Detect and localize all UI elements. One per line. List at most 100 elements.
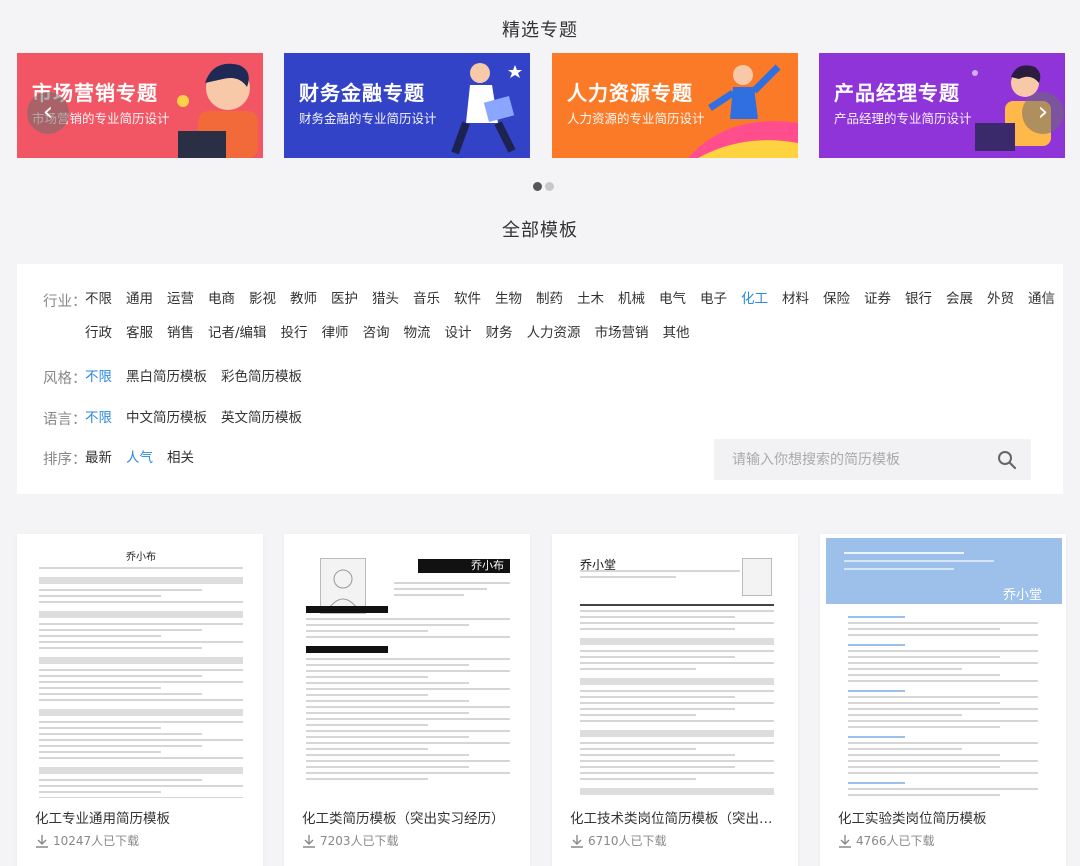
template-title[interactable]: 化工专业通用简历模板 [35, 807, 250, 827]
download-count: 10247人已下载 [35, 832, 139, 849]
all-templates-title: 全部模板 [502, 220, 578, 241]
download-icon [839, 835, 851, 848]
filter-option[interactable]: 材料 [782, 282, 809, 316]
filter-option[interactable]: 人力资源 [527, 316, 581, 350]
filter-option[interactable]: 运营 [167, 282, 194, 316]
filter-option[interactable]: 制药 [536, 282, 563, 316]
filter-option[interactable]: 市场营销 [595, 316, 649, 350]
filter-option[interactable]: 电气 [659, 282, 686, 316]
search-icon[interactable] [997, 450, 1017, 470]
hr-illustration [688, 64, 798, 158]
featured-banner-carousel: 市场营销专题 市场营销的专业简历设计 财务金融专题 财务金融的专业简历设计 人力… [17, 53, 1065, 158]
filter-option[interactable]: 黑白简历模板 [126, 360, 207, 394]
banner-subtitle: 财务金融的专业简历设计 [299, 111, 437, 126]
filter-option[interactable]: 医护 [331, 282, 358, 316]
filter-option[interactable]: 软件 [454, 282, 481, 316]
template-thumbnail[interactable]: 乔小堂 [820, 534, 1066, 798]
filter-option[interactable]: 设计 [445, 316, 472, 350]
filter-option[interactable]: 行政 [85, 316, 112, 350]
filter-option[interactable]: 财务 [486, 316, 513, 350]
banner-finance[interactable]: 财务金融专题 财务金融的专业简历设计 [284, 53, 530, 158]
filter-label: 风格： [43, 371, 87, 387]
download-count: 6710人已下载 [570, 832, 667, 849]
resume-name: 乔小布 [418, 559, 510, 573]
filter-option[interactable]: 不限 [85, 360, 112, 394]
resume-name: 乔小堂 [1002, 588, 1042, 603]
filter-option[interactable]: 人气 [126, 441, 153, 475]
template-thumbnail[interactable]: 乔小布 [17, 534, 263, 798]
filter-option[interactable]: 会展 [946, 282, 973, 316]
filter-label: 排序： [43, 452, 87, 468]
download-count-text: 6710人已下载 [588, 834, 667, 848]
template-title[interactable]: 化工类简历模板（突出实习经历） [302, 807, 517, 827]
filter-label: 行业： [43, 294, 87, 310]
finance-illustration [451, 63, 522, 155]
filter-panel: 行业： 不限 通用 运营 电商 影视 教师 医护 猎头 音乐 软件 生物 制药 土木 机械 电气 电子 化工 材料… [17, 264, 1063, 494]
filter-option[interactable]: 其他 [663, 316, 690, 350]
banner-hr[interactable]: 人力资源专题 人力资源的专业简历设计 [552, 53, 798, 158]
download-icon [36, 835, 48, 848]
carousel-dot[interactable] [545, 182, 554, 191]
filter-option[interactable]: 音乐 [413, 282, 440, 316]
filter-option[interactable]: 猎头 [372, 282, 399, 316]
search-input[interactable] [714, 439, 994, 480]
filter-option[interactable]: 教师 [290, 282, 317, 316]
filter-option[interactable]: 化工 [741, 282, 768, 316]
featured-section-title: 精选专题 [502, 20, 578, 41]
download-count: 4766人已下载 [838, 832, 935, 849]
filter-option[interactable]: 外贸 [987, 282, 1014, 316]
search-box [714, 439, 1031, 480]
carousel-pagination [533, 176, 557, 195]
filter-option[interactable]: 客服 [126, 316, 153, 350]
filter-option[interactable]: 咨询 [363, 316, 390, 350]
filter-label: 语言： [43, 412, 87, 428]
filter-option[interactable]: 通用 [126, 282, 153, 316]
filter-option[interactable]: 不限 [85, 401, 112, 435]
filter-option[interactable]: 影视 [249, 282, 276, 316]
filter-option[interactable]: 投行 [281, 316, 308, 350]
resume-header-band: 乔小堂 [826, 538, 1062, 604]
template-card[interactable]: 乔小布 化工类简历模板（突出实习经历） 7203人已下载 [284, 534, 530, 866]
filter-options: 不限 通用 运营 电商 影视 教师 医护 猎头 音乐 软件 生物 制药 土木 机械 电气 电子 化工 材料 保险 证券… [85, 282, 1070, 350]
filter-option[interactable]: 生物 [495, 282, 522, 316]
carousel-dot[interactable] [533, 182, 542, 191]
filter-options: 不限 中文简历模板 英文简历模板 [85, 401, 1070, 435]
filter-option[interactable]: 中文简历模板 [126, 401, 207, 435]
banner-title: 人力资源专题 [567, 81, 693, 105]
filter-option[interactable]: 英文简历模板 [221, 401, 302, 435]
carousel-next-icon[interactable]: › [1022, 92, 1064, 134]
carousel-prev-icon[interactable]: ‹ [27, 92, 69, 134]
filter-option[interactable]: 通信 [1028, 282, 1055, 316]
filter-option[interactable]: 电商 [208, 282, 235, 316]
banner-subtitle: 人力资源的专业简历设计 [567, 111, 705, 126]
filter-options: 最新 人气 相关 [85, 441, 685, 475]
template-card[interactable]: 乔小堂 化工实验类岗位简历模板 4766人已下载 [820, 534, 1066, 866]
filter-option[interactable]: 不限 [85, 282, 112, 316]
download-count-text: 7203人已下载 [320, 834, 399, 848]
template-title[interactable]: 化工实验类岗位简历模板 [838, 807, 1053, 827]
download-count: 7203人已下载 [302, 832, 399, 849]
template-thumbnail[interactable]: 乔小布 [284, 534, 530, 798]
banner-title: 财务金融专题 [299, 81, 425, 105]
download-count-text: 10247人已下载 [53, 834, 140, 848]
filter-option[interactable]: 最新 [85, 441, 112, 475]
template-thumbnail[interactable]: 乔小堂 [552, 534, 798, 798]
template-card[interactable]: 乔小堂 化工技术类岗位简历模板（突出学术经历） 6710人已下载 [552, 534, 798, 866]
filter-option[interactable]: 证券 [864, 282, 891, 316]
filter-option[interactable]: 土木 [577, 282, 604, 316]
filter-option[interactable]: 保险 [823, 282, 850, 316]
filter-options: 不限 黑白简历模板 彩色简历模板 [85, 360, 1070, 394]
filter-option[interactable]: 律师 [322, 316, 349, 350]
template-title[interactable]: 化工技术类岗位简历模板（突出学术经历） [570, 807, 785, 827]
filter-option[interactable]: 彩色简历模板 [221, 360, 302, 394]
filter-option[interactable]: 销售 [167, 316, 194, 350]
filter-option[interactable]: 物流 [404, 316, 431, 350]
filter-option[interactable]: 电子 [700, 282, 727, 316]
filter-option[interactable]: 机械 [618, 282, 645, 316]
filter-option[interactable]: 银行 [905, 282, 932, 316]
filter-option[interactable]: 记者/编辑 [208, 316, 267, 350]
banner-subtitle: 产品经理的专业简历设计 [834, 111, 972, 126]
download-count-text: 4766人已下载 [856, 834, 935, 848]
template-card[interactable]: 乔小布 化工专业通用简历模板 10247人已下载 [17, 534, 263, 866]
filter-option[interactable]: 相关 [167, 441, 194, 475]
